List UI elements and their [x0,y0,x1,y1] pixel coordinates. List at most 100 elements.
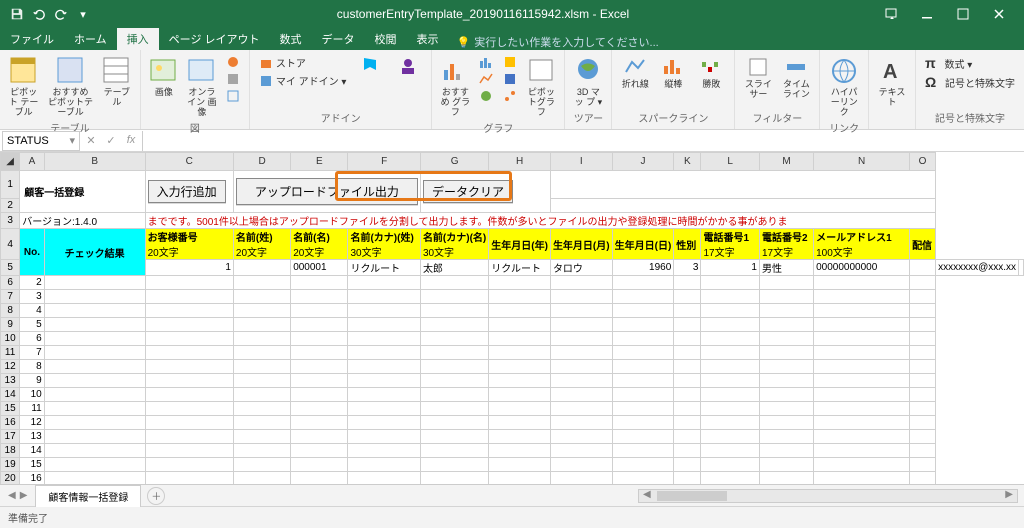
header-cell[interactable]: 電話番号117文字 [701,229,760,260]
maximize-icon[interactable] [946,3,980,25]
cell[interactable] [420,388,488,402]
cell[interactable] [759,318,813,332]
header-cell[interactable]: 生年月日(月) [550,229,612,260]
worksheet-grid[interactable]: ◢ A B C D E F G HI J K L M N O 1顧客一括登録入力… [0,152,1024,484]
cell[interactable] [489,416,551,430]
cell[interactable] [44,346,145,360]
cell[interactable] [701,304,760,318]
cell[interactable] [910,444,936,458]
cell[interactable] [701,430,760,444]
cell[interactable] [910,374,936,388]
tell-me[interactable]: 💡 実行したい作業を入力してください... [457,34,659,50]
cell[interactable] [145,444,233,458]
redo-icon[interactable] [52,5,70,23]
cell[interactable] [145,318,233,332]
upload-file-button[interactable]: アップロードファイル出力 [236,178,418,205]
cell[interactable] [550,430,612,444]
cell[interactable] [348,332,420,346]
cell[interactable] [233,304,290,318]
cell[interactable] [233,388,290,402]
cell[interactable] [550,304,612,318]
cell[interactable] [233,416,290,430]
cell[interactable] [348,374,420,388]
cancel-formula-icon[interactable]: ✕ [82,134,100,147]
cell[interactable] [233,346,290,360]
row-header[interactable]: 10 [1,332,20,346]
cell[interactable] [489,332,551,346]
cell[interactable] [674,374,701,388]
cell[interactable] [814,374,910,388]
cell[interactable] [759,360,813,374]
cell[interactable] [348,444,420,458]
cell[interactable] [348,346,420,360]
horizontal-scrollbar[interactable]: ◀ ▶ [638,489,1018,503]
cell[interactable] [233,332,290,346]
cell[interactable] [145,360,233,374]
bing-maps-button[interactable] [353,54,387,78]
cell[interactable] [44,360,145,374]
tab-view[interactable]: 表示 [407,28,449,50]
cell[interactable]: 9 [20,374,45,388]
cell[interactable] [759,402,813,416]
row-header[interactable]: 6 [1,276,20,290]
cell[interactable] [910,276,936,290]
cell[interactable] [759,374,813,388]
cell[interactable] [489,472,551,485]
cell[interactable] [910,430,936,444]
cell[interactable] [550,444,612,458]
cell[interactable] [44,458,145,472]
cell[interactable]: 2 [20,276,45,290]
cell[interactable] [701,360,760,374]
cell[interactable] [348,472,420,485]
table-button[interactable]: テーブル [100,54,134,110]
cell[interactable] [291,374,348,388]
cell[interactable] [145,430,233,444]
cell[interactable] [348,430,420,444]
header-cell[interactable]: チェック結果 [44,229,145,276]
cell[interactable] [420,430,488,444]
cell[interactable] [145,472,233,485]
cell[interactable] [291,458,348,472]
cell[interactable] [348,276,420,290]
cell[interactable] [348,416,420,430]
cell[interactable]: 太郎 [420,260,488,276]
row-header[interactable]: 7 [1,290,20,304]
cell[interactable] [612,304,674,318]
col-C[interactable]: C [145,153,233,171]
cell[interactable] [814,346,910,360]
header-cell[interactable]: 電話番号217文字 [759,229,813,260]
cell[interactable] [348,402,420,416]
cell[interactable] [701,444,760,458]
cell[interactable] [814,402,910,416]
cell[interactable] [814,458,910,472]
cell[interactable] [489,402,551,416]
cell[interactable] [550,416,612,430]
cell[interactable] [44,444,145,458]
cell[interactable] [420,346,488,360]
cell[interactable] [550,318,612,332]
cell[interactable] [489,318,551,332]
new-sheet-button[interactable]: ＋ [147,487,165,505]
cell[interactable] [910,304,936,318]
cell[interactable] [612,276,674,290]
cell[interactable] [489,444,551,458]
cell[interactable] [233,360,290,374]
cell[interactable] [489,276,551,290]
cell[interactable]: 5 [20,318,45,332]
cell[interactable] [612,402,674,416]
tab-review[interactable]: 校閲 [365,28,407,50]
picture-button[interactable]: 画像 [147,54,181,100]
cell[interactable]: 4 [20,304,45,318]
cell[interactable] [489,346,551,360]
cell[interactable] [233,318,290,332]
close-icon[interactable] [982,3,1016,25]
header-cell[interactable]: お客様番号20文字 [145,229,233,260]
cell[interactable] [550,290,612,304]
cell[interactable] [420,444,488,458]
cell[interactable] [145,416,233,430]
cell[interactable]: 14 [20,444,45,458]
cell[interactable] [759,346,813,360]
col-K[interactable]: K [674,153,701,171]
cell[interactable] [420,416,488,430]
online-picture-button[interactable]: オンライン 画像 [185,54,219,120]
